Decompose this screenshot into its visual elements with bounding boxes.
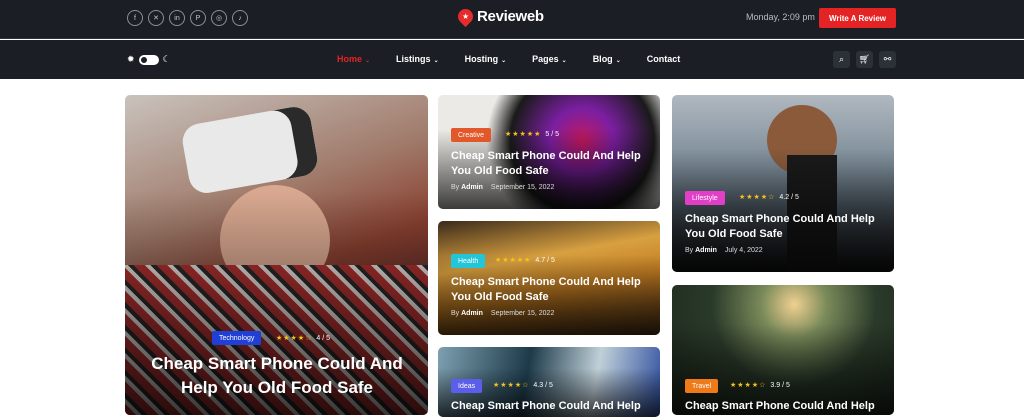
nav-item-hosting[interactable]: Hosting ⌄ [465,54,507,64]
rating-stars: ★★★★★ 5 / 5 [505,130,559,138]
category-badge[interactable]: Creative [451,128,492,142]
post-title[interactable]: Cheap Smart Phone Could And Help You Old … [127,352,427,400]
post-meta: By Admin September 15, 2022 [451,184,555,191]
stars-icon: ★★★★★ [505,131,542,138]
nav-item-label: Hosting [464,54,499,64]
stars-icon: ★★★★☆ [739,194,776,201]
top-bar: f ✕ in P ◎ ♪ ★ Revieweb Monday, 2:09 pm … [0,0,1024,39]
chevron-down-icon: ⌄ [561,58,567,64]
rating-value: 3.9 / 5 [770,382,790,389]
post-card-lifestyle[interactable]: Lifestyle ★★★★☆ 4.2 / 5 Cheap Smart Phone… [672,95,894,272]
cart-icon[interactable]: 🛒︎ [856,51,873,68]
map-pin-icon: ★ [454,5,477,28]
rating-value: 4.3 / 5 [533,382,553,389]
post-meta: By Admin September 15, 2022 [451,310,555,317]
nav-item-label: Home [337,54,363,64]
post-title[interactable]: Cheap Smart Phone Could And Help You Old … [451,149,656,179]
post-date: July 4, 2022 [724,247,763,254]
pinterest-icon[interactable]: P [190,10,206,26]
rating-stars: ★★★★☆ 4 / 5 [276,334,330,342]
rating-value: 4.7 / 5 [535,257,555,264]
toggle-switch[interactable] [138,54,159,65]
post-title[interactable]: Cheap Smart Phone Could And Help You Old … [685,212,890,242]
rating-stars: ★★★★☆ 4.2 / 5 [739,193,799,201]
image-overlay [672,285,894,415]
tiktok-icon[interactable]: ♪ [232,10,248,26]
chevron-down-icon: ⌄ [433,58,439,64]
facebook-icon[interactable]: f [127,10,143,26]
nav-item-label: Blog [592,54,613,64]
twitter-x-icon[interactable]: ✕ [148,10,164,26]
sun-icon: ✹ [127,54,135,64]
category-badge[interactable]: Health [451,254,486,268]
post-date: September 15, 2022 [490,310,555,317]
category-badge[interactable]: Ideas [451,379,483,393]
featured-post-card[interactable]: Technology ★★★★☆ 4 / 5 Cheap Smart Phone … [125,95,428,415]
nav-item-home[interactable]: Home ⌄ [337,54,370,64]
post-card-travel[interactable]: Travel ★★★★☆ 3.9 / 5 Cheap Smart Phone Co… [672,285,894,415]
post-card-creative[interactable]: Creative ★★★★★ 5 / 5 Cheap Smart Phone Co… [438,95,660,209]
stars-icon: ★★★★☆ [730,382,767,389]
category-badge[interactable]: Technology [212,331,262,345]
write-review-button[interactable]: Write A Review [819,8,896,28]
nav-item-label: Listings [396,54,431,64]
rating-value: 4.2 / 5 [779,194,799,201]
post-meta: By Admin July 4, 2022 [685,247,763,254]
nav-menu: Home ⌄ Listings ⌄ Hosting ⌄ Pages ⌄ Blog ⌄ Co… [337,54,706,64]
rating-stars: ★★★★☆ 4.3 / 5 [493,381,553,389]
stars-icon: ★★★★★ [495,257,532,264]
rating-stars: ★★★★☆ 3.9 / 5 [730,381,790,389]
author-link[interactable]: Admin [461,310,483,317]
chevron-down-icon: ⌄ [501,58,507,64]
post-date: September 15, 2022 [490,184,555,191]
author-link[interactable]: Admin [695,247,717,254]
nav-item-pages[interactable]: Pages ⌄ [532,54,567,64]
post-card-health[interactable]: Health ★★★★★ 4.7 / 5 Cheap Smart Phone Co… [438,221,660,335]
image-overlay [672,95,894,272]
rating-stars: ★★★★★ 4.7 / 5 [495,256,555,264]
nav-item-contact[interactable]: Contact [647,54,681,64]
moon-icon: ☾ [162,54,171,64]
stars-icon: ★★★★☆ [276,335,313,342]
author-link[interactable]: Admin [461,184,483,191]
rating-value: 5 / 5 [545,131,560,138]
compare-icon[interactable]: ⚯ [879,51,896,68]
nav-item-label: Pages [532,54,559,64]
chevron-down-icon: ⌄ [365,58,371,64]
category-badge[interactable]: Lifestyle [685,191,725,205]
post-title[interactable]: Cheap Smart Phone Could And Help [685,399,890,414]
site-logo[interactable]: ★ Revieweb [454,5,544,28]
current-datetime: Monday, 2:09 pm [746,12,815,22]
post-title[interactable]: Cheap Smart Phone Could And Help You Old … [451,275,656,305]
nav-item-blog[interactable]: Blog ⌄ [593,54,621,64]
social-links: f ✕ in P ◎ ♪ [127,10,248,26]
post-card-ideas[interactable]: Ideas ★★★★☆ 4.3 / 5 Cheap Smart Phone Cou… [438,347,660,417]
category-badge[interactable]: Travel [685,379,719,393]
nav-item-listings[interactable]: Listings ⌄ [396,54,439,64]
logo-text: Revieweb [477,8,544,25]
nav-item-label: Contact [646,54,681,64]
post-title[interactable]: Cheap Smart Phone Could And Help [451,399,656,414]
theme-toggle[interactable]: ✹ ☾ [127,54,171,65]
main-nav: ✹ ☾ Home ⌄ Listings ⌄ Hosting ⌄ Pages ⌄ Blog… [0,40,1024,79]
linkedin-icon[interactable]: in [169,10,185,26]
rating-value: 4 / 5 [316,335,331,342]
instagram-icon[interactable]: ◎ [211,10,227,26]
search-icon[interactable]: ⌕ [833,51,850,68]
stars-icon: ★★★★☆ [493,382,530,389]
chevron-down-icon: ⌄ [615,58,621,64]
